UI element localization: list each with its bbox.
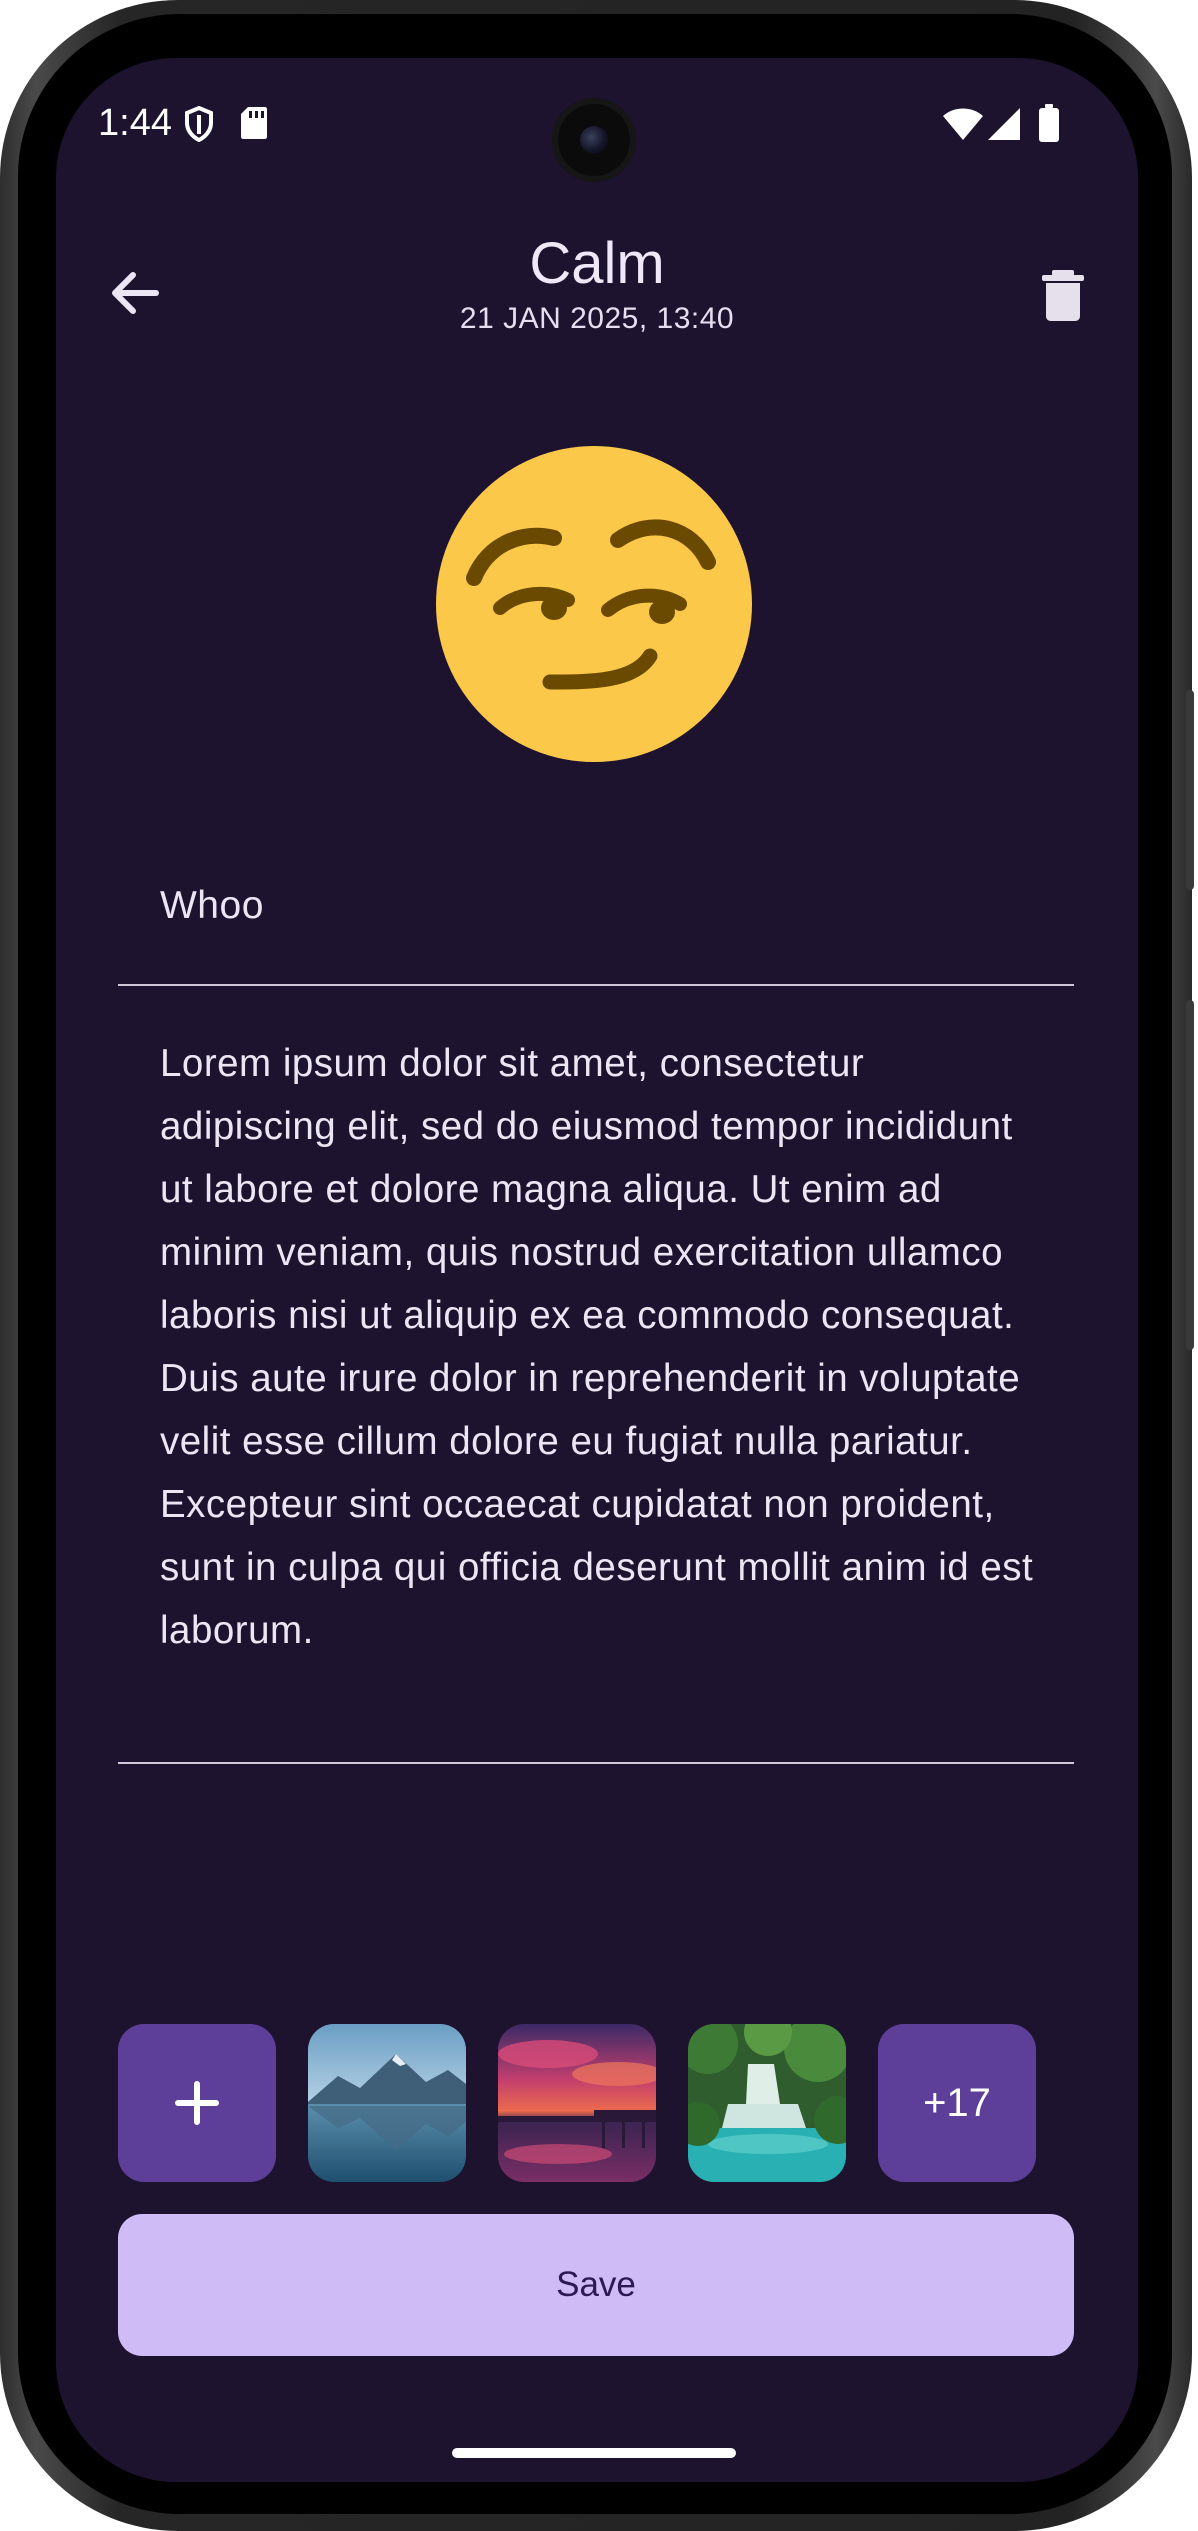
phone-frame: 1:44 Calm 21 JAN 2025, 13:40 Whoo Lorem …: [0, 0, 1194, 2531]
volume-button: [1186, 1000, 1194, 1350]
signal-icon: [988, 108, 1020, 145]
title-divider: [118, 984, 1074, 986]
page-title: Calm: [529, 231, 665, 296]
plus-icon: [175, 2081, 219, 2125]
sunset-pier-photo[interactable]: [498, 2024, 656, 2182]
delete-button[interactable]: [1028, 258, 1098, 328]
app-screen: 1:44 Calm 21 JAN 2025, 13:40 Whoo Lorem …: [56, 58, 1138, 2482]
mountain-lake-photo[interactable]: [308, 2024, 466, 2182]
wifi-icon: [942, 108, 984, 145]
status-time: 1:44: [98, 102, 172, 144]
entry-title-field[interactable]: Whoo: [160, 884, 264, 928]
entry-date: 21 JAN 2025, 13:40: [459, 302, 735, 335]
smirking-face-icon: [436, 446, 752, 762]
sd-card-icon: [240, 106, 268, 145]
more-photos-button[interactable]: +17: [878, 2024, 1036, 2182]
waterfall-photo[interactable]: [688, 2024, 846, 2182]
front-camera: [552, 98, 636, 182]
body-divider: [118, 1762, 1074, 1764]
trash-icon: [1042, 270, 1084, 321]
entry-body-field[interactable]: Lorem ipsum dolor sit amet, consectetur …: [160, 1032, 1040, 1662]
status-bar: 1:44: [56, 58, 1138, 198]
mood-emoji-button[interactable]: [436, 446, 752, 762]
attachments-row: +17: [118, 2024, 1074, 2182]
add-photo-button[interactable]: [118, 2024, 276, 2182]
home-indicator[interactable]: [452, 2448, 736, 2458]
shield-icon: [184, 105, 214, 147]
save-button[interactable]: Save: [118, 2214, 1074, 2356]
battery-icon: [1038, 104, 1060, 147]
power-button: [1186, 690, 1194, 890]
